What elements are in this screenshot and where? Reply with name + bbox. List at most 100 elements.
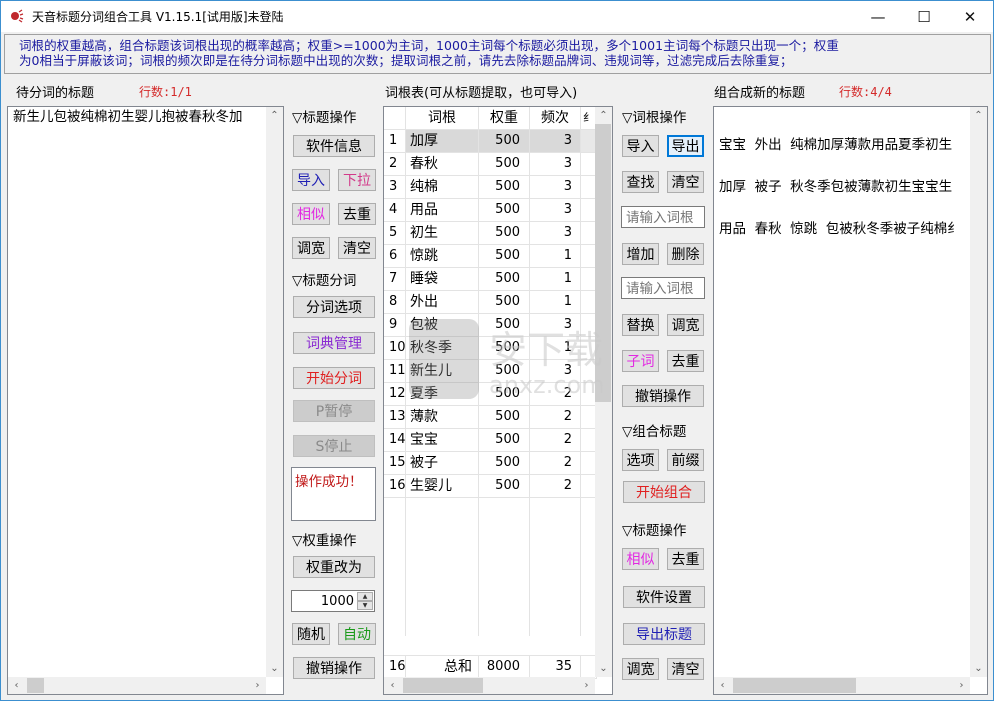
row-word[interactable]: 纯棉 xyxy=(406,176,479,199)
row-frequency[interactable]: 3 xyxy=(530,360,581,383)
row-frequency[interactable]: 2 xyxy=(530,475,581,498)
row-weight[interactable]: 500 xyxy=(479,245,530,268)
row-word[interactable]: 夏季 xyxy=(406,383,479,406)
segment-options-button[interactable]: 分词选项 xyxy=(293,296,375,318)
root-table-vscrollbar[interactable]: ⌃ ⌄ xyxy=(595,107,612,677)
start-segment-button[interactable]: 开始分词 xyxy=(293,367,375,389)
similar-titles-button[interactable]: 相似 xyxy=(292,203,330,225)
row-weight[interactable]: 500 xyxy=(479,153,530,176)
output-hscroll-thumb[interactable] xyxy=(733,678,856,693)
delete-root-button[interactable]: 删除 xyxy=(667,243,704,265)
row-frequency[interactable]: 2 xyxy=(530,452,581,475)
table-row[interactable]: 11 新生儿 500 3 xyxy=(384,360,597,383)
subword-button[interactable]: 子词 xyxy=(622,350,659,372)
table-row[interactable]: 13 薄款 500 2 xyxy=(384,406,597,429)
table-row[interactable]: 8 外出 500 1 xyxy=(384,291,597,314)
add-root-button[interactable]: 增加 xyxy=(622,243,659,265)
row-weight[interactable]: 500 xyxy=(479,222,530,245)
source-hscroll-thumb[interactable] xyxy=(27,678,44,693)
row-word[interactable]: 秋冬季 xyxy=(406,337,479,360)
root-table[interactable]: 词根 权重 频次 纟 1 加厚 500 3 2 春秋 500 3 3 纯棉 500 3 4 用品 500 3 5… xyxy=(383,106,613,695)
scroll-up-icon[interactable]: ⌃ xyxy=(266,107,283,124)
software-info-button[interactable]: 软件信息 xyxy=(293,135,375,157)
row-word[interactable]: 春秋 xyxy=(406,153,479,176)
similar-output-button[interactable]: 相似 xyxy=(622,548,659,570)
combine-options-button[interactable]: 选项 xyxy=(622,449,659,471)
row-frequency[interactable]: 3 xyxy=(530,199,581,222)
header-word[interactable]: 词根 xyxy=(406,107,479,130)
dedupe-titles-button[interactable]: 去重 xyxy=(338,203,376,225)
scroll-down-icon[interactable]: ⌄ xyxy=(266,660,283,677)
scroll-right-icon[interactable]: › xyxy=(953,677,970,694)
widen-roots-button[interactable]: 调宽 xyxy=(667,314,704,336)
row-weight[interactable]: 500 xyxy=(479,429,530,452)
maximize-button[interactable]: ☐ xyxy=(901,1,947,32)
table-row[interactable]: 1 加厚 500 3 xyxy=(384,130,597,153)
root-input-2[interactable] xyxy=(621,277,705,299)
row-frequency[interactable]: 3 xyxy=(530,130,581,153)
prefix-button[interactable]: 前缀 xyxy=(667,449,704,471)
row-weight[interactable]: 500 xyxy=(479,406,530,429)
row-frequency[interactable]: 2 xyxy=(530,406,581,429)
clear-output-button[interactable]: 清空 xyxy=(667,658,704,680)
table-row[interactable]: 6 惊跳 500 1 xyxy=(384,245,597,268)
row-word[interactable]: 薄款 xyxy=(406,406,479,429)
row-weight[interactable]: 500 xyxy=(479,452,530,475)
row-frequency[interactable]: 1 xyxy=(530,337,581,360)
table-row[interactable]: 9 包被 500 3 xyxy=(384,314,597,337)
scroll-up-icon[interactable]: ⌃ xyxy=(595,107,612,124)
row-word[interactable]: 包被 xyxy=(406,314,479,337)
clear-titles-button[interactable]: 清空 xyxy=(338,237,376,259)
spin-up-icon[interactable]: ▲ xyxy=(357,592,373,601)
import-titles-button[interactable]: 导入 xyxy=(292,169,330,191)
row-frequency[interactable]: 3 xyxy=(530,153,581,176)
row-frequency[interactable]: 3 xyxy=(530,222,581,245)
minimize-button[interactable]: — xyxy=(855,1,901,32)
scroll-right-icon[interactable]: › xyxy=(578,677,595,694)
scroll-down-icon[interactable]: ⌄ xyxy=(595,660,612,677)
row-word[interactable]: 外出 xyxy=(406,291,479,314)
find-root-button[interactable]: 查找 xyxy=(622,171,659,193)
export-titles-button[interactable]: 导出标题 xyxy=(623,623,705,645)
scroll-down-icon[interactable]: ⌄ xyxy=(970,660,987,677)
row-word[interactable]: 睡袋 xyxy=(406,268,479,291)
auto-weight-button[interactable]: 自动 xyxy=(338,623,376,645)
undo-weight-button[interactable]: 撤销操作 xyxy=(293,657,375,679)
row-weight[interactable]: 500 xyxy=(479,291,530,314)
header-frequency[interactable]: 频次 xyxy=(530,107,581,130)
row-word[interactable]: 新生儿 xyxy=(406,360,479,383)
header-weight[interactable]: 权重 xyxy=(479,107,530,130)
change-weight-button[interactable]: 权重改为 xyxy=(293,556,375,578)
widen-titles-button[interactable]: 调宽 xyxy=(292,237,330,259)
table-row[interactable]: 10 秋冬季 500 1 xyxy=(384,337,597,360)
row-weight[interactable]: 500 xyxy=(479,268,530,291)
scroll-left-icon[interactable]: ‹ xyxy=(384,677,401,694)
software-settings-button[interactable]: 软件设置 xyxy=(623,586,705,608)
replace-root-button[interactable]: 替换 xyxy=(622,314,659,336)
scroll-left-icon[interactable]: ‹ xyxy=(8,677,25,694)
dedupe-output-button[interactable]: 去重 xyxy=(667,548,704,570)
clear-roots-button[interactable]: 清空 xyxy=(667,171,704,193)
source-titles-textbox[interactable]: 新生儿包被纯棉初生婴儿抱被春秋冬加 ⌃ ⌄ ‹ › xyxy=(7,106,284,695)
dropdown-titles-button[interactable]: 下拉 xyxy=(338,169,376,191)
row-word[interactable]: 宝宝 xyxy=(406,429,479,452)
spin-down-icon[interactable]: ▼ xyxy=(357,601,373,610)
row-weight[interactable]: 500 xyxy=(479,383,530,406)
row-frequency[interactable]: 1 xyxy=(530,291,581,314)
row-weight[interactable]: 500 xyxy=(479,176,530,199)
start-combine-button[interactable]: 开始组合 xyxy=(623,481,705,503)
root-table-hscroll-thumb[interactable] xyxy=(403,678,483,693)
row-frequency[interactable]: 2 xyxy=(530,429,581,452)
table-row[interactable]: 4 用品 500 3 xyxy=(384,199,597,222)
table-row[interactable]: 14 宝宝 500 2 xyxy=(384,429,597,452)
table-row[interactable]: 7 睡袋 500 1 xyxy=(384,268,597,291)
table-row[interactable]: 2 春秋 500 3 xyxy=(384,153,597,176)
table-row[interactable]: 16 生婴儿 500 2 xyxy=(384,475,597,498)
dictionary-manager-button[interactable]: 词典管理 xyxy=(293,332,375,354)
row-weight[interactable]: 500 xyxy=(479,199,530,222)
import-roots-button[interactable]: 导入 xyxy=(622,135,659,157)
source-hscrollbar[interactable]: ‹ › xyxy=(8,677,266,694)
row-weight[interactable]: 500 xyxy=(479,475,530,498)
row-word[interactable]: 惊跳 xyxy=(406,245,479,268)
source-vscrollbar[interactable]: ⌃ ⌄ xyxy=(266,107,283,677)
